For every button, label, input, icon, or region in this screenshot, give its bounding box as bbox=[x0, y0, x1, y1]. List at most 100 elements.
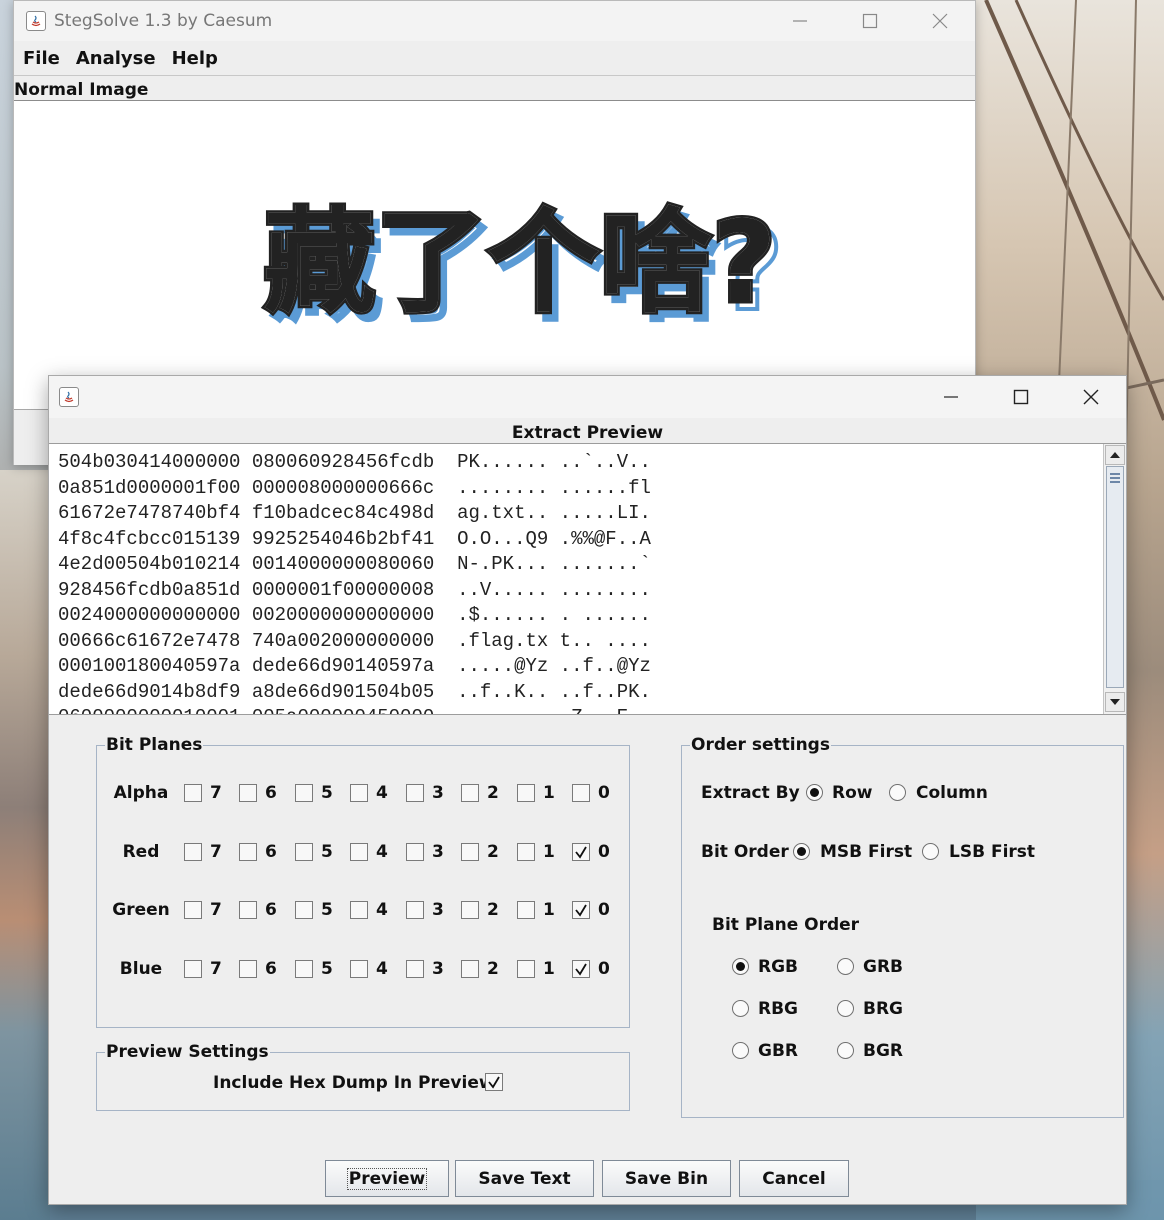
order-brg-radio[interactable] bbox=[837, 1000, 854, 1017]
bit-number-label: 1 bbox=[543, 900, 555, 920]
dialog-close-button[interactable] bbox=[1056, 376, 1126, 418]
save-text-button[interactable]: Save Text bbox=[455, 1160, 594, 1197]
desktop-background-left bbox=[0, 470, 50, 1220]
dialog-minimize-button[interactable] bbox=[916, 376, 986, 418]
checkbox-red-bit-6[interactable] bbox=[239, 843, 257, 861]
bit-plane-row-label-blue: Blue bbox=[119, 959, 163, 979]
menu-file[interactable]: File bbox=[14, 48, 68, 69]
checkbox-green-bit-6[interactable] bbox=[239, 901, 257, 919]
bit-number-label: 3 bbox=[432, 842, 444, 862]
order-rgb-radio[interactable] bbox=[732, 958, 749, 975]
lsb-first-radio[interactable] bbox=[922, 843, 939, 860]
checkbox-blue-bit-1[interactable] bbox=[517, 960, 535, 978]
preview-line: 504b030414000000 080060928456fcdb PK....… bbox=[58, 451, 651, 473]
checkmark-icon bbox=[488, 1076, 500, 1089]
checkbox-red-bit-7[interactable] bbox=[184, 843, 202, 861]
cancel-button[interactable]: Cancel bbox=[739, 1160, 849, 1197]
image-mode-label: Normal Image bbox=[14, 76, 975, 101]
scroll-down-button[interactable] bbox=[1105, 692, 1125, 712]
checkbox-green-bit-3[interactable] bbox=[406, 901, 424, 919]
order-rbg-radio[interactable] bbox=[732, 1000, 749, 1017]
checkbox-green-bit-2[interactable] bbox=[461, 901, 479, 919]
preview-text-content: 504b030414000000 080060928456fcdb PK....… bbox=[58, 450, 651, 714]
checkbox-red-bit-5[interactable] bbox=[295, 843, 313, 861]
chevron-up-icon bbox=[1110, 452, 1120, 458]
bit-number-label: 7 bbox=[210, 900, 222, 920]
checkbox-alpha-bit-2[interactable] bbox=[461, 784, 479, 802]
bit-number-label: 7 bbox=[210, 842, 222, 862]
extract-preview-textarea[interactable]: 504b030414000000 080060928456fcdb PK....… bbox=[49, 444, 1126, 715]
checkbox-green-bit-7[interactable] bbox=[184, 901, 202, 919]
checkbox-alpha-bit-1[interactable] bbox=[517, 784, 535, 802]
checkbox-blue-bit-3[interactable] bbox=[406, 960, 424, 978]
preview-button-label: Preview bbox=[346, 1167, 428, 1190]
close-button[interactable] bbox=[905, 1, 975, 41]
bit-number-label: 3 bbox=[432, 900, 444, 920]
dialog-maximize-button[interactable] bbox=[986, 376, 1056, 418]
preview-line: dede66d9014b8df9 a8de66d901504b05 ..f..K… bbox=[58, 680, 651, 703]
save-bin-button[interactable]: Save Bin bbox=[602, 1160, 731, 1197]
checkmark-icon bbox=[575, 963, 587, 976]
checkbox-blue-bit-2[interactable] bbox=[461, 960, 479, 978]
extract-preview-dialog: Extract Preview 504b030414000000 0800609… bbox=[48, 375, 1127, 1205]
preview-settings-title: Preview Settings bbox=[105, 1042, 270, 1062]
dialog-title-bar[interactable] bbox=[49, 376, 1126, 418]
main-title-bar[interactable]: StegSolve 1.3 by Caesum bbox=[14, 1, 975, 41]
order-settings-title: Order settings bbox=[690, 735, 831, 755]
checkbox-blue-bit-5[interactable] bbox=[295, 960, 313, 978]
checkbox-blue-bit-0[interactable] bbox=[572, 960, 590, 978]
menu-analyse[interactable]: Analyse bbox=[68, 48, 164, 69]
chevron-down-icon bbox=[1110, 699, 1120, 705]
hex-dump-label: Include Hex Dump In Preview bbox=[213, 1073, 495, 1093]
extract-by-row-radio[interactable] bbox=[806, 784, 823, 801]
menu-bar: File Analyse Help bbox=[14, 41, 975, 76]
preview-line: 00666c61672e7478 740a002000000000 .flag.… bbox=[58, 629, 651, 652]
order-bgr-radio[interactable] bbox=[837, 1042, 854, 1059]
checkbox-red-bit-1[interactable] bbox=[517, 843, 535, 861]
checkbox-red-bit-4[interactable] bbox=[350, 843, 368, 861]
maximize-button[interactable] bbox=[835, 1, 905, 41]
bit-number-label: 4 bbox=[376, 842, 388, 862]
order-gbr-radio[interactable] bbox=[732, 1042, 749, 1059]
checkbox-red-bit-2[interactable] bbox=[461, 843, 479, 861]
preview-line: 000100180040597a dede66d90140597a .....@… bbox=[58, 655, 651, 677]
checkbox-green-bit-0[interactable] bbox=[572, 901, 590, 919]
main-window-title: StegSolve 1.3 by Caesum bbox=[54, 11, 273, 31]
checkbox-blue-bit-6[interactable] bbox=[239, 960, 257, 978]
checkbox-green-bit-5[interactable] bbox=[295, 901, 313, 919]
close-icon bbox=[932, 13, 948, 29]
bit-number-label: 0 bbox=[598, 842, 610, 862]
scroll-up-button[interactable] bbox=[1105, 445, 1125, 465]
order-grb-radio[interactable] bbox=[837, 958, 854, 975]
checkbox-blue-bit-7[interactable] bbox=[184, 960, 202, 978]
msb-first-radio[interactable] bbox=[793, 843, 810, 860]
preview-line: 928456fcdb0a851d 0000001f00000008 ..V...… bbox=[58, 578, 651, 601]
checkbox-alpha-bit-0[interactable] bbox=[572, 784, 590, 802]
scrollbar-thumb[interactable] bbox=[1106, 466, 1124, 688]
checkbox-green-bit-1[interactable] bbox=[517, 901, 535, 919]
checkbox-red-bit-0[interactable] bbox=[572, 843, 590, 861]
checkbox-alpha-bit-7[interactable] bbox=[184, 784, 202, 802]
bit-number-label: 6 bbox=[265, 842, 277, 862]
minimize-button[interactable] bbox=[765, 1, 835, 41]
checkbox-red-bit-3[interactable] bbox=[406, 843, 424, 861]
extract-by-label: Extract By bbox=[701, 783, 800, 803]
checkbox-alpha-bit-6[interactable] bbox=[239, 784, 257, 802]
checkbox-alpha-bit-5[interactable] bbox=[295, 784, 313, 802]
cancel-button-label: Cancel bbox=[762, 1168, 826, 1189]
preview-button[interactable]: Preview bbox=[325, 1160, 449, 1197]
checkbox-alpha-bit-3[interactable] bbox=[406, 784, 424, 802]
msb-first-label: MSB First bbox=[820, 842, 913, 862]
menu-help[interactable]: Help bbox=[164, 48, 226, 69]
checkbox-blue-bit-4[interactable] bbox=[350, 960, 368, 978]
bit-number-label: 2 bbox=[487, 959, 499, 979]
extract-by-column-radio[interactable] bbox=[889, 784, 906, 801]
preview-scrollbar[interactable] bbox=[1103, 444, 1126, 714]
checkbox-green-bit-4[interactable] bbox=[350, 901, 368, 919]
extract-by-row-label: Row bbox=[832, 783, 873, 803]
bit-number-label: 1 bbox=[543, 842, 555, 862]
checkbox-alpha-bit-4[interactable] bbox=[350, 784, 368, 802]
bit-number-label: 5 bbox=[321, 959, 333, 979]
java-app-icon bbox=[59, 387, 79, 407]
hex-dump-checkbox[interactable] bbox=[485, 1073, 503, 1091]
